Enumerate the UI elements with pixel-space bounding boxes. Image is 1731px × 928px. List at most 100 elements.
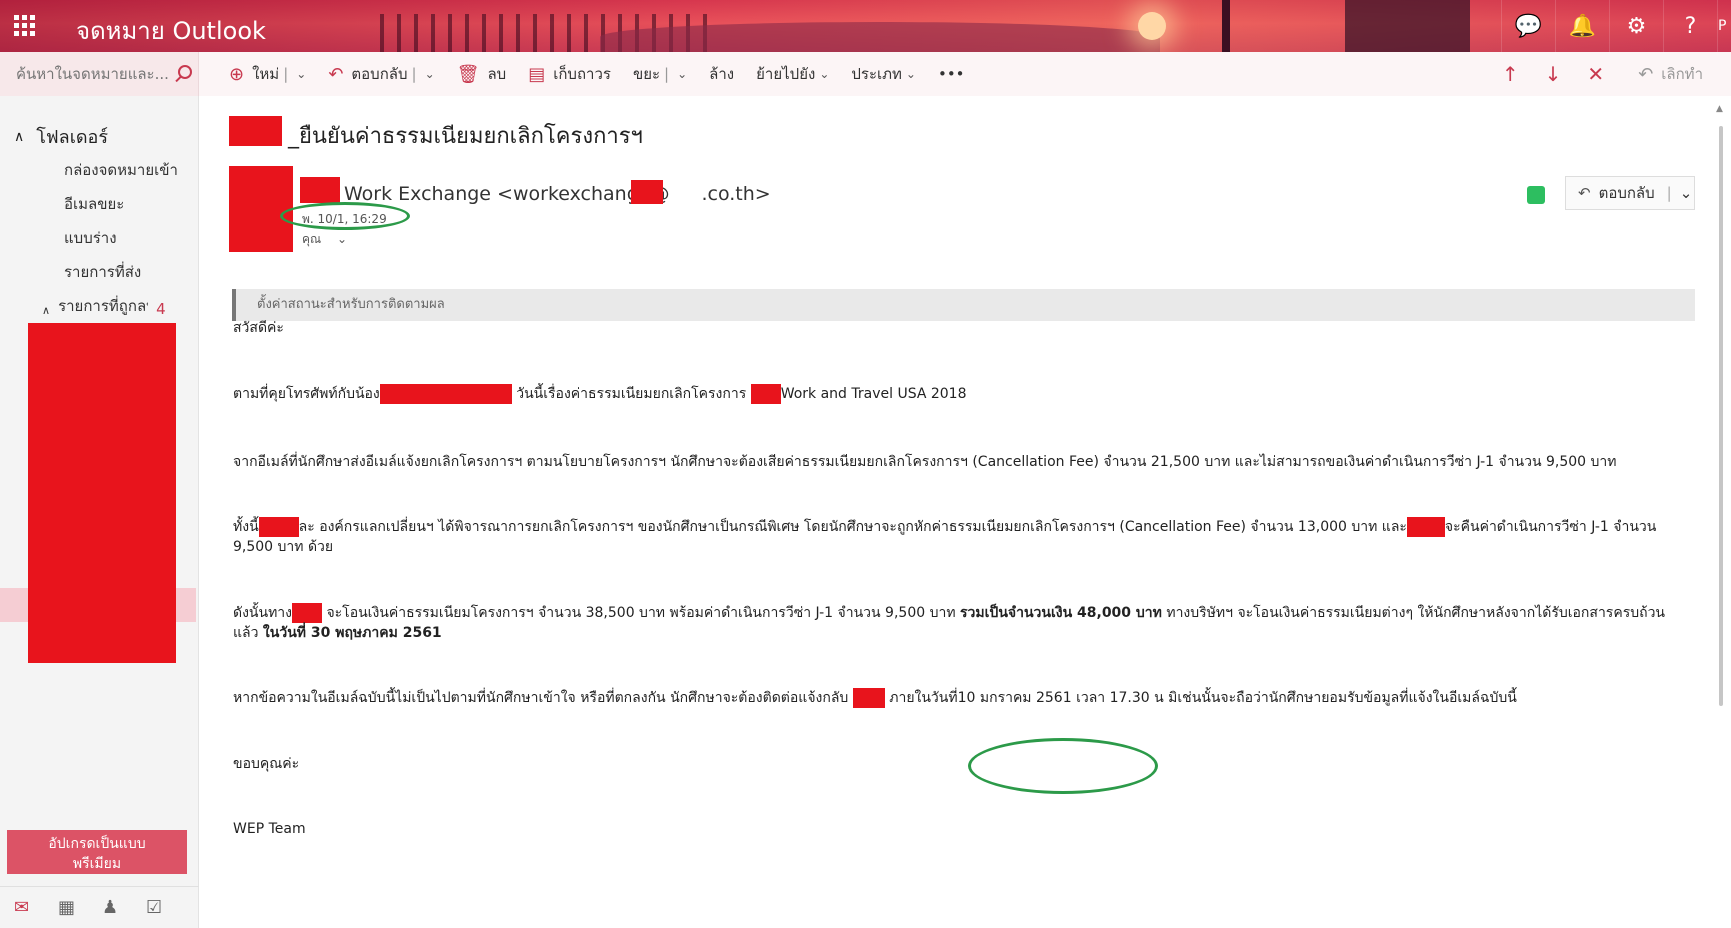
reply-button[interactable]: ↶ ตอบกลับ | ⌄ bbox=[328, 62, 434, 86]
reply-icon: ↶ bbox=[1578, 184, 1591, 202]
chevron-down-icon: ⌄ bbox=[905, 67, 916, 81]
sidebar-item-junk[interactable]: อีเมลขยะ bbox=[64, 192, 184, 216]
reply-label: ตอบกลับ bbox=[1598, 184, 1655, 202]
sidebar-item-inbox[interactable]: กล่องจดหมายเข้า bbox=[64, 158, 184, 182]
redacted-subject-prefix bbox=[229, 116, 282, 146]
new-button[interactable]: ⊕ ใหม่ | ⌄ bbox=[229, 62, 306, 86]
annotation-circle bbox=[280, 202, 410, 230]
chevron-down-icon[interactable]: ⌄ bbox=[296, 67, 306, 81]
deadline-text: 10 มกราคม 2561 เวลา 17.30 น bbox=[957, 690, 1164, 706]
app-title[interactable]: จดหมาย Outlook bbox=[76, 11, 266, 50]
more-actions-button[interactable]: ••• bbox=[938, 65, 965, 83]
sidebar-item-drafts[interactable]: แบบร่าง bbox=[64, 226, 184, 250]
chevron-down-icon[interactable]: ⌄ bbox=[425, 67, 435, 81]
arrow-down-icon[interactable]: ↓ bbox=[1545, 62, 1562, 86]
more-icon: ••• bbox=[937, 65, 965, 83]
greeting: สวัสดีค่ะ bbox=[233, 320, 284, 336]
sender-avatar[interactable] bbox=[229, 166, 293, 252]
closing: ขอบคุณค่ะ bbox=[233, 756, 300, 772]
categorize-label: ประเภท bbox=[851, 65, 902, 83]
gear-icon[interactable]: ⚙ bbox=[1609, 0, 1663, 52]
sidebar-item-deleted[interactable]: ∧ รายการที่ถูกลบ 4 bbox=[42, 294, 192, 318]
recipient-line[interactable]: คุณ ⌄ bbox=[302, 230, 347, 249]
chevron-down-icon[interactable]: ⌄ bbox=[1680, 184, 1693, 202]
unread-count-badge: 4 bbox=[156, 300, 166, 318]
followup-flag-bar[interactable]: ตั้งค่าสถานะสำหรับการติดตามผล bbox=[232, 289, 1695, 321]
tasks-icon[interactable]: ☑ bbox=[146, 897, 190, 918]
app-launcher-icon[interactable] bbox=[14, 15, 36, 37]
reading-pane-scrollbar[interactable]: ▲ bbox=[1711, 96, 1731, 928]
delete-button[interactable]: 🗑 ลบ bbox=[457, 62, 507, 86]
redacted-sender-prefix bbox=[300, 177, 340, 203]
redacted-org bbox=[258, 517, 299, 537]
move-to-button[interactable]: ย้ายไปยัง ⌄ bbox=[756, 62, 829, 86]
banner-tower bbox=[1345, 0, 1470, 52]
account-edge[interactable]: P bbox=[1717, 0, 1731, 52]
sender-name: Work Exchange bbox=[344, 183, 491, 205]
redacted-org bbox=[1406, 517, 1445, 537]
sidebar-item-label: รายการที่ถูกลบ bbox=[58, 297, 149, 315]
undo-button[interactable]: ↶ เลิกทำ bbox=[1638, 62, 1703, 86]
message-subject: _ยืนยันค่าธรรมเนียมยกเลิกโครงการฯ bbox=[288, 124, 643, 149]
junk-button[interactable]: ขยะ | ⌄ bbox=[633, 62, 687, 86]
chevron-up-icon: ∧ bbox=[14, 128, 25, 145]
top-icon-bar: 💬 🔔 ⚙ ? P bbox=[1501, 0, 1731, 52]
upgrade-premium-button[interactable]: อัปเกรดเป็นแบบ พรีเมียม bbox=[7, 830, 187, 874]
search-box bbox=[0, 52, 199, 96]
categorize-button[interactable]: ประเภท ⌄ bbox=[851, 62, 916, 86]
module-switcher: ✉ ▦ ♟ ☑ bbox=[0, 886, 199, 928]
reply-icon: ↶ bbox=[328, 63, 344, 85]
navigation-actions: ↑ ↓ ✕ ↶ เลิกทำ bbox=[1476, 52, 1703, 96]
scrollbar-thumb[interactable] bbox=[1719, 126, 1723, 706]
archive-icon: ▤ bbox=[528, 63, 546, 85]
chevron-down-icon[interactable]: ⌄ bbox=[677, 67, 687, 81]
redacted-folder-list bbox=[28, 323, 176, 663]
sidebar-item-sent[interactable]: รายการที่ส่ง bbox=[64, 260, 184, 284]
body-paragraph-3: ทั้งนี้ ละ องค์กรแลกเปลี่ยนฯ ได้พิจารณากา… bbox=[233, 517, 1657, 555]
people-icon[interactable]: ♟ bbox=[102, 897, 146, 918]
new-label: ใหม่ bbox=[252, 65, 280, 83]
signature: WEP Team bbox=[233, 821, 306, 837]
sweep-label: ล้าง bbox=[709, 65, 735, 83]
evernote-icon[interactable] bbox=[1527, 186, 1545, 204]
chevron-down-icon: ⌄ bbox=[819, 67, 830, 81]
sweep-button[interactable]: ล้าง bbox=[709, 62, 734, 86]
reading-pane: _ยืนยันค่าธรรมเนียมยกเลิกโครงการฯ Work E… bbox=[199, 96, 1709, 928]
body-paragraph-2: จากอีเมล์ที่นักศึกษาส่งอีเมล์แจ้งยกเลิกโ… bbox=[233, 454, 1617, 470]
folders-label: โฟลเดอร์ bbox=[36, 127, 109, 148]
move-label: ย้ายไปยัง bbox=[756, 65, 816, 83]
banner-sun bbox=[1138, 12, 1166, 40]
sender-line[interactable]: Work Exchange <workexchange@ .co.th> bbox=[344, 183, 771, 205]
trash-icon: 🗑 bbox=[456, 63, 480, 85]
reply-label: ตอบกลับ bbox=[351, 65, 408, 83]
close-icon[interactable]: ✕ bbox=[1587, 62, 1604, 86]
body-paragraph-4: ดังนั้นทาง จะโอนเงินค่าธรรมเนียมโครงการฯ… bbox=[233, 603, 1666, 641]
mail-icon[interactable]: ✉ bbox=[14, 897, 58, 918]
bell-icon[interactable]: 🔔 bbox=[1555, 0, 1609, 52]
recipient-name: คุณ bbox=[302, 232, 322, 246]
help-icon[interactable]: ? bbox=[1663, 0, 1717, 52]
redacted-org bbox=[852, 688, 885, 708]
search-input[interactable] bbox=[16, 65, 171, 83]
junk-label: ขยะ bbox=[632, 65, 661, 83]
reply-button[interactable]: ↶ ตอบกลับ | ⌄ bbox=[1565, 176, 1695, 210]
search-icon[interactable] bbox=[173, 64, 192, 84]
folders-header[interactable]: ∧ โฟลเดอร์ bbox=[14, 122, 108, 151]
undo-icon: ↶ bbox=[1638, 63, 1654, 85]
body-paragraph-1: ตามที่คุยโทรศัพท์กับน้อง วันนี้เรื่องค่า… bbox=[233, 384, 967, 404]
upgrade-line-1: อัปเกรดเป็นแบบ bbox=[48, 835, 146, 851]
undo-label: เลิกทำ bbox=[1661, 65, 1703, 83]
command-bar: ⊕ ใหม่ | ⌄ ↶ ตอบกลับ | ⌄ 🗑 ลบ ▤ เก็บถาวร ข… bbox=[199, 52, 1731, 96]
chat-icon[interactable]: 💬 bbox=[1501, 0, 1555, 52]
archive-button[interactable]: ▤ เก็บถาวร bbox=[528, 62, 611, 86]
arrow-up-icon[interactable]: ↑ bbox=[1502, 62, 1519, 86]
calendar-icon[interactable]: ▦ bbox=[58, 897, 102, 918]
archive-label: เก็บถาวร bbox=[553, 65, 611, 83]
scroll-up-icon[interactable]: ▲ bbox=[1716, 104, 1723, 114]
chevron-down-icon[interactable]: ⌄ bbox=[337, 232, 347, 246]
redacted-domain bbox=[631, 180, 663, 204]
redacted-name bbox=[379, 384, 512, 404]
redacted-org bbox=[750, 384, 781, 404]
banner-pole bbox=[1222, 0, 1230, 52]
body-paragraph-5: หากข้อความในอีเมล์ฉบับนี้ไม่เป็นไปตามที่… bbox=[233, 688, 1517, 708]
